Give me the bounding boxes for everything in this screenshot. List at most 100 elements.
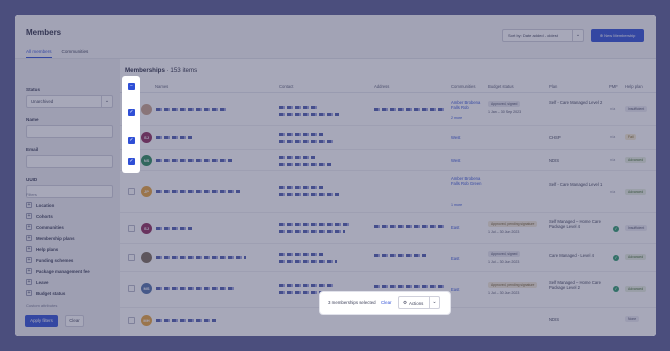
row-plan: Self - Care Managed Level 2 bbox=[549, 100, 603, 105]
redacted-contact bbox=[279, 193, 339, 196]
column-contact: Contact bbox=[279, 84, 294, 89]
row-checkbox[interactable] bbox=[128, 285, 135, 292]
table-row[interactable]: SJ East Approved, pending signature 1 Ju… bbox=[120, 213, 656, 244]
redacted-contact bbox=[279, 260, 337, 263]
plus-icon: + bbox=[26, 202, 32, 208]
row-community[interactable]: West bbox=[451, 158, 460, 163]
row-community[interactable]: Amber Brobena Falls Rob Green bbox=[451, 176, 485, 186]
filter-cohorts[interactable]: + Cohorts bbox=[26, 213, 53, 219]
actions-dropdown[interactable]: ⚙ Actions ⌄ bbox=[398, 296, 440, 309]
sort-label: Sort by: Date added - oldest bbox=[508, 33, 558, 38]
filter-package-management-fee[interactable]: + Package management fee bbox=[26, 268, 90, 274]
filter-label: Location bbox=[36, 202, 55, 208]
plus-icon: + bbox=[26, 268, 32, 274]
app-window: Members Sort by: Date added - oldest ⌄ ⊕… bbox=[15, 15, 656, 336]
budget-dates: 1 Jul – 30 Jun 2023 bbox=[488, 291, 520, 295]
filter-label: Cohorts bbox=[36, 213, 53, 219]
apply-filters-button[interactable]: Apply filters bbox=[25, 315, 58, 327]
redacted-contact bbox=[279, 140, 335, 143]
table-row[interactable]: East Approved, signed 1 Jul – 30 Jun 202… bbox=[120, 244, 656, 272]
memberships-heading: Memberships · 153 items bbox=[125, 67, 197, 74]
redacted-contact bbox=[279, 163, 331, 166]
row-checkbox[interactable]: ✓ bbox=[128, 158, 135, 165]
row-checkbox[interactable] bbox=[128, 225, 135, 232]
row-plan: NDIS bbox=[549, 317, 560, 322]
column-budget-status: Budget status bbox=[488, 84, 514, 89]
memberships-count: · 153 items bbox=[166, 67, 198, 74]
column-address: Address bbox=[374, 84, 390, 89]
row-checkbox[interactable]: ✓ bbox=[128, 109, 135, 116]
redacted-contact bbox=[279, 223, 349, 226]
row-checkbox[interactable]: ✓ bbox=[128, 137, 135, 144]
more-communities[interactable]: 1 more bbox=[451, 203, 462, 208]
memberships-title: Memberships bbox=[125, 67, 165, 74]
filter-help-plans[interactable]: + Help plans bbox=[26, 246, 58, 252]
row-plan: CHSP bbox=[549, 135, 561, 140]
row-plan: Care Managed - Level 4 bbox=[549, 253, 594, 258]
row-community[interactable]: East bbox=[451, 256, 459, 261]
column-communities: Communities bbox=[451, 84, 476, 89]
column-plan: Plan bbox=[549, 84, 558, 89]
filter-location[interactable]: + Location bbox=[26, 202, 54, 208]
redacted-contact bbox=[279, 284, 335, 287]
avatar: JP bbox=[141, 186, 152, 197]
status-label: Status bbox=[26, 87, 41, 92]
redacted-name bbox=[156, 256, 246, 259]
filter-communities[interactable]: + Communities bbox=[26, 224, 64, 230]
budget-status-badge: Approved, pending signature bbox=[488, 282, 538, 288]
row-checkbox[interactable] bbox=[128, 317, 135, 324]
bulk-action-bar: 3 memberships selected Clear ⚙ Actions ⌄ bbox=[320, 292, 450, 314]
plus-icon: + bbox=[26, 290, 32, 296]
budget-status-badge: Approved, pending signature bbox=[488, 221, 538, 227]
plus-icon: + bbox=[26, 224, 32, 230]
budget-status-badge: Approved, signed bbox=[488, 101, 521, 107]
redacted-name bbox=[156, 108, 226, 111]
budget-dates: 1 Jul – 30 Jun 2023 bbox=[488, 260, 520, 264]
help-plan-badge: Fail bbox=[625, 134, 637, 140]
sort-dropdown[interactable]: Sort by: Date added - oldest ⌄ bbox=[502, 29, 584, 42]
row-plan: Self Managed – Home Care Package Level 4 bbox=[549, 219, 601, 230]
email-input[interactable] bbox=[26, 155, 113, 168]
row-checkbox[interactable] bbox=[128, 188, 135, 195]
name-label: Name bbox=[26, 117, 39, 122]
filter-budget-status[interactable]: + Budget status bbox=[26, 290, 65, 296]
redacted-address bbox=[374, 225, 446, 228]
redacted-contact bbox=[279, 156, 315, 159]
clear-selection-link[interactable]: Clear bbox=[381, 300, 392, 305]
status-select[interactable]: Unarchived ⌄ bbox=[26, 95, 113, 108]
row-community[interactable]: Amber Brobena Falls Rob bbox=[451, 100, 485, 110]
table-row[interactable]: JP Amber Brobena Falls Rob Green 1 more … bbox=[120, 171, 656, 213]
filter-funding-schemes[interactable]: + Funding schemes bbox=[26, 257, 73, 263]
filter-label: Help plans bbox=[36, 246, 59, 252]
filter-label: Budget status bbox=[36, 290, 66, 296]
redacted-contact bbox=[279, 253, 323, 256]
filter-membership-plans[interactable]: + Membership plans bbox=[26, 235, 75, 241]
select-all-checkbox[interactable]: − bbox=[128, 83, 135, 90]
tab-communities[interactable]: Communities bbox=[62, 49, 89, 58]
uuid-label: UUID bbox=[26, 177, 38, 182]
redacted-contact bbox=[279, 230, 345, 233]
more-communities[interactable]: 2 more bbox=[451, 116, 462, 121]
row-pmf: n/a bbox=[610, 135, 616, 139]
table-row[interactable]: ✓ SJ West CHSP n/a Fail bbox=[120, 126, 656, 150]
row-community[interactable]: East bbox=[451, 287, 459, 292]
filter-leave[interactable]: + Leave bbox=[26, 279, 48, 285]
clear-filters-button[interactable]: Clear bbox=[65, 315, 84, 327]
uuid-input[interactable] bbox=[26, 185, 113, 198]
name-input[interactable] bbox=[26, 125, 113, 138]
budget-status-badge: Approved, signed bbox=[488, 251, 521, 257]
row-community[interactable]: West bbox=[451, 135, 460, 140]
avatar: NS bbox=[141, 155, 152, 166]
filter-label: Communities bbox=[36, 224, 64, 230]
avatar: MS bbox=[141, 283, 152, 294]
table-row[interactable]: ✓ NS West NDIS n/a Advanced bbox=[120, 150, 656, 171]
table-row[interactable]: ✓ Amber Brobena Falls Rob 2 more Approve… bbox=[120, 94, 656, 126]
new-membership-button[interactable]: ⊕ New Membership bbox=[591, 29, 644, 42]
row-checkbox[interactable] bbox=[128, 254, 135, 261]
check-icon: ✓ bbox=[613, 286, 619, 292]
tab-all-members[interactable]: All members bbox=[26, 49, 52, 58]
row-community[interactable]: East bbox=[451, 225, 459, 230]
email-label: Email bbox=[26, 147, 39, 152]
filter-label: Leave bbox=[36, 279, 49, 285]
row-pmf: n/a bbox=[610, 190, 616, 194]
